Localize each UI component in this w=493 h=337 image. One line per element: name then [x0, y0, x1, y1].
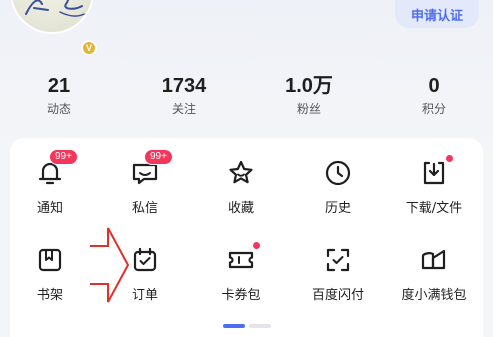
stat-value: 1.0万 [285, 75, 333, 97]
shortcuts-card: 99+ 通知 99+ 私信 收藏 历史 下载/文件 书架 订单 卡券包 百度闪付… [10, 138, 483, 337]
stat-value: 0 [428, 75, 440, 97]
shortcut-label: 度小满钱包 [401, 288, 467, 303]
shortcut-history[interactable]: 历史 [293, 158, 383, 228]
notification-count-badge: 99+ [49, 149, 78, 165]
shortcut-coupons[interactable]: 卡券包 [196, 242, 286, 315]
annotation-arrow [90, 227, 130, 303]
new-download-dot [446, 155, 453, 162]
scan-pay-icon [323, 245, 353, 275]
shortcut-label: 下载/文件 [405, 201, 463, 216]
shortcut-messages[interactable]: 99+ 私信 [100, 149, 190, 228]
download-icon [419, 158, 449, 188]
order-icon [130, 245, 160, 275]
clock-icon [323, 158, 353, 188]
stat-posts[interactable]: 21 动态 [14, 74, 104, 117]
wallet-icon [419, 245, 449, 275]
avatar[interactable] [10, 0, 94, 34]
shortcut-downloads[interactable]: 下载/文件 [389, 155, 479, 228]
message-count-badge: 99+ [144, 149, 173, 165]
shortcut-favorites[interactable]: 收藏 [196, 158, 286, 228]
page-dot-active [223, 324, 245, 328]
bookshelf-icon [35, 245, 65, 275]
coupon-icon [226, 245, 256, 275]
stat-fans[interactable]: 1.0万 粉丝 [264, 74, 354, 117]
stat-value: 1734 [161, 75, 207, 97]
shortcut-label: 书架 [36, 288, 63, 303]
star-icon [226, 158, 256, 188]
stat-label: 积分 [421, 102, 446, 116]
shortcut-baidu-pay[interactable]: 百度闪付 [293, 245, 383, 315]
stats-bar: 21 动态 1734 关注 1.0万 粉丝 0 积分 [0, 74, 493, 124]
shortcut-label: 卡券包 [221, 288, 261, 303]
stat-value: 21 [47, 75, 71, 97]
stat-label: 动态 [46, 102, 71, 116]
page-indicator [223, 324, 271, 328]
shortcut-label: 百度闪付 [311, 288, 364, 303]
shortcut-label: 收藏 [227, 201, 254, 216]
shortcut-label: 历史 [324, 201, 351, 216]
shortcut-bookshelf[interactable]: 书架 [5, 245, 95, 315]
shortcut-label: 通知 [36, 201, 63, 216]
new-coupon-dot [253, 242, 260, 249]
shortcut-label: 私信 [131, 201, 158, 216]
stat-following[interactable]: 1734 关注 [139, 74, 229, 117]
shortcut-wallet[interactable]: 度小满钱包 [389, 245, 479, 315]
stat-label: 关注 [171, 102, 196, 116]
shortcut-notifications[interactable]: 99+ 通知 [5, 149, 95, 228]
vip-badge: V [81, 40, 97, 56]
stat-label: 粉丝 [296, 102, 321, 116]
avatar-handwriting [25, 0, 85, 17]
page-dot-inactive [249, 324, 271, 328]
stat-points[interactable]: 0 积分 [389, 74, 479, 117]
apply-verification-button[interactable]: 申请认证 [395, 0, 479, 28]
